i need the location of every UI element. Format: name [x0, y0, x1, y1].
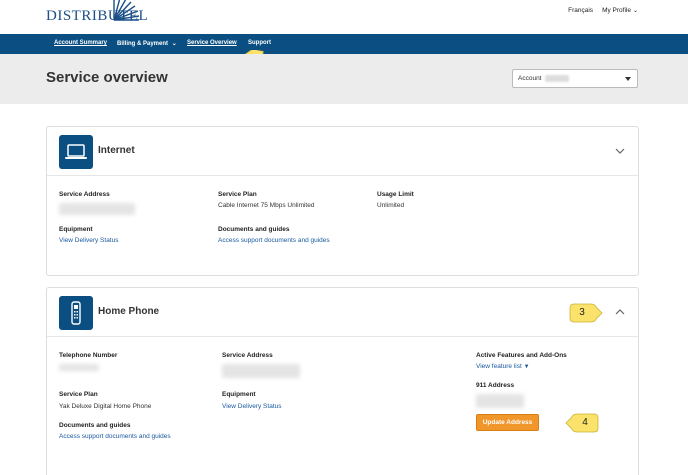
callout-number: 4: [582, 417, 588, 428]
telephone-number-label: Telephone Number: [59, 352, 118, 359]
view-feature-list-link[interactable]: View feature list ▼: [476, 363, 530, 370]
features-label: Active Features and Add-Ons: [476, 352, 567, 359]
my-profile-label: My Profile: [602, 7, 631, 14]
nav-billing-label: Billing & Payment: [117, 41, 169, 47]
phone-docs-label: Documents and guides: [59, 422, 131, 429]
account-select[interactable]: Account: [512, 69, 638, 88]
phone-view-delivery-status-link[interactable]: View Delivery Status: [222, 403, 282, 410]
phone-service-address-redacted: [222, 364, 300, 378]
telephone-number-redacted: [59, 364, 99, 371]
language-link[interactable]: Français: [568, 7, 593, 14]
internet-service-plan-label: Service Plan: [218, 191, 257, 198]
page-title: Service overview: [46, 69, 168, 86]
internet-card-header[interactable]: Internet: [47, 127, 638, 176]
nav-support[interactable]: Support: [248, 40, 271, 46]
phone-equipment-label: Equipment: [222, 391, 256, 398]
nav-billing-payment[interactable]: Billing & Payment ⌄: [117, 40, 177, 47]
update-address-button[interactable]: Update Address: [476, 414, 539, 431]
internet-service-address-label: Service Address: [59, 191, 110, 198]
internet-service-address-redacted: [59, 203, 135, 215]
caret-down-icon: ▼: [523, 364, 530, 370]
nav-account-summary[interactable]: Account Summary: [54, 40, 107, 46]
home-phone-title: Home Phone: [98, 306, 160, 317]
logo-burst-icon: [113, 0, 140, 21]
home-phone-card: Home Phone Telephone Number Service Addr…: [46, 287, 639, 475]
cordless-phone-icon: [59, 296, 93, 330]
chevron-down-icon: ⌄: [171, 41, 177, 47]
internet-service-plan-value: Cable Internet 75 Mbps Unlimited: [218, 202, 315, 209]
callout-number: 3: [579, 307, 585, 318]
title-band: Service overview Account: [0, 54, 688, 104]
address-911-redacted: [476, 394, 524, 408]
phone-service-plan-label: Service Plan: [59, 391, 98, 398]
callout-4: 4: [565, 413, 599, 433]
usage-limit-label: Usage Limit: [377, 191, 414, 198]
chevron-down-icon[interactable]: [614, 145, 626, 157]
callout-3: 3: [569, 303, 603, 323]
address-911-label: 911 Address: [476, 382, 515, 389]
internet-card: Internet Service Address Service Plan Ca…: [46, 126, 639, 276]
my-profile-menu[interactable]: My Profile ⌄: [602, 7, 638, 14]
distributel-logo[interactable]: DISTRIBUTEL: [46, 0, 148, 28]
laptop-icon: [59, 135, 93, 169]
phone-service-plan-value: Yak Deluxe Digital Home Phone: [59, 403, 152, 410]
internet-title: Internet: [98, 145, 135, 156]
usage-limit-value: Unlimited: [377, 202, 405, 209]
internet-docs-link[interactable]: Access support documents and guides: [218, 237, 330, 244]
internet-view-delivery-status-link[interactable]: View Delivery Status: [59, 237, 119, 244]
account-number-redacted: [544, 75, 569, 82]
caret-down-icon: [625, 77, 631, 81]
internet-docs-label: Documents and guides: [218, 226, 290, 233]
account-select-label: Account: [518, 75, 542, 83]
phone-docs-link[interactable]: Access support documents and guides: [59, 433, 171, 440]
top-links: Français My Profile ⌄: [568, 7, 638, 14]
chevron-down-icon: ⌄: [632, 8, 638, 14]
home-phone-card-header[interactable]: Home Phone: [47, 288, 638, 337]
phone-service-address-label: Service Address: [222, 352, 273, 359]
nav-service-overview[interactable]: Service Overview: [187, 40, 237, 46]
chevron-up-icon[interactable]: [614, 306, 626, 318]
view-feature-list-label: View feature list: [476, 363, 522, 370]
main-nav: Account Summary Billing & Payment ⌄ Serv…: [0, 34, 688, 54]
top-header: DISTRIBUTEL Français My Profile ⌄: [0, 0, 688, 34]
internet-equipment-label: Equipment: [59, 226, 93, 233]
